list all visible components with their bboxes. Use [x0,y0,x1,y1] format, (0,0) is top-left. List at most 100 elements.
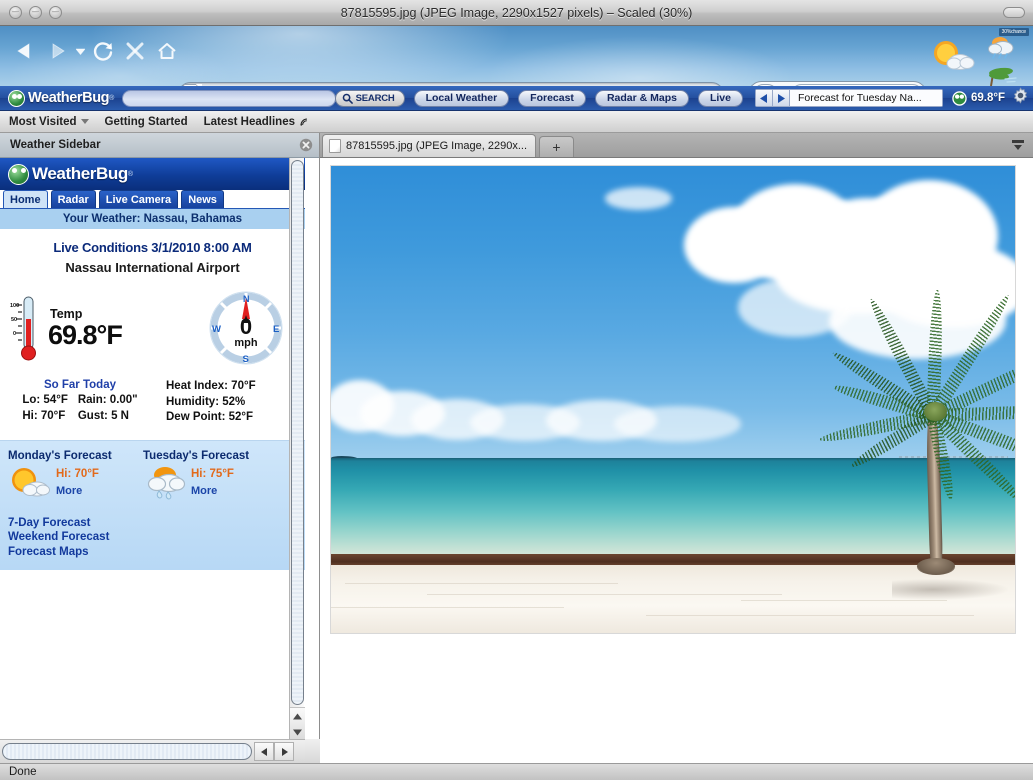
location-banner: Your Weather: Nassau, Bahamas [0,209,305,229]
weatherbug-search-input[interactable] [122,90,335,107]
browser-toolbar: http://weather.weatherbug.com/ b [0,26,1033,86]
rain-shower-icon [985,35,1027,65]
forecast-title: Monday's Forecast [8,450,143,462]
weather-sidebar: Weather Sidebar WeatherBug ® Home Radar … [0,133,320,763]
new-tab-button[interactable]: + [539,136,574,157]
so-far-today-heading: So Far Today [4,379,156,391]
bookmark-most-visited[interactable]: Most Visited [9,116,89,128]
stop-x-icon[interactable] [120,36,150,66]
triangle-left-icon[interactable] [756,90,773,106]
sidebar-vertical-scrollbar[interactable] [289,158,304,739]
weatherbug-brand-label: WeatherBug [28,90,109,106]
forecast-high: Hi: 70°F [56,468,99,480]
temperature-block: 100 50 0 Temp 69.8°F [10,291,207,365]
so-far-today-block: So Far Today Lo: 54°F Hi: 70°F Rain: 0.0… [4,379,156,426]
svg-text:W: W [212,324,221,335]
so-far-hi: Hi: 70°F [22,409,68,425]
triangle-left-icon[interactable] [254,742,274,761]
sidebar-panel-tabs: Home Radar Live Camera News [0,190,305,209]
bookmark-label: Latest Headlines [204,116,295,128]
forward-arrow-icon[interactable] [42,36,72,66]
radar-and-maps-button[interactable]: Radar & Maps [595,90,689,107]
forecast-card-tuesday: Tuesday's Forecast [143,450,278,502]
svg-text:0: 0 [240,314,252,339]
scrollbar-thumb[interactable] [2,743,252,760]
svg-text:0: 0 [13,331,16,337]
svg-text:E: E [273,324,279,335]
conditions-stats: So Far Today Lo: 54°F Hi: 70°F Rain: 0.0… [0,367,305,426]
svg-text:S: S [243,354,249,365]
weatherbug-bug-icon [952,91,967,106]
bookmark-label: Most Visited [9,116,77,128]
bookmark-latest-headlines[interactable]: Latest Headlines [204,116,309,128]
weatherbug-brand-label: WeatherBug [32,164,128,184]
window-title: 87815595.jpg (JPEG Image, 2290x1527 pixe… [0,6,1033,20]
weatherbug-logo[interactable]: WeatherBug ® [8,90,114,107]
zoom-icon[interactable] [49,6,62,19]
sidebar-tab-news[interactable]: News [181,190,224,208]
link-7-day-forecast[interactable]: 7-Day Forecast [8,516,305,531]
chevron-down-icon[interactable] [74,38,86,64]
palm-shadow [892,579,1008,600]
minimize-icon[interactable] [29,6,42,19]
forecast-more-link[interactable]: More [191,485,234,497]
sidebar-header: Weather Sidebar [0,133,319,158]
live-button[interactable]: Live [698,90,743,107]
chevron-down-icon [81,119,89,124]
gear-icon[interactable] [1012,87,1029,109]
scrollbar-arrows[interactable] [290,707,305,739]
sidebar-horizontal-scrollbar[interactable] [0,739,305,763]
triangle-right-icon[interactable] [274,742,294,761]
weatherbug-search-button[interactable]: SEARCH [335,90,405,107]
search-icon [342,93,353,104]
palm-trunk-base [917,558,955,574]
close-icon[interactable] [9,6,22,19]
back-arrow-icon[interactable] [10,36,40,66]
station-name: Nassau International Airport [0,260,305,275]
forecast-mini-icons[interactable] [985,28,1027,86]
sun-behind-cloud-icon[interactable] [927,38,981,79]
forecast-section: Monday's Forecast [0,440,305,570]
sidebar-tab-home[interactable]: Home [3,190,48,208]
forecast-card-monday: Monday's Forecast [8,450,143,502]
content-pane [320,158,1033,763]
triangle-right-icon[interactable] [773,90,790,106]
triangle-up-icon[interactable] [290,708,305,724]
sidebar-tab-radar[interactable]: Radar [51,190,96,208]
tab-list-icon[interactable] [1007,136,1029,154]
cloud-band-horizon [330,367,741,460]
forecast-more-link[interactable]: More [56,485,99,497]
sidebar-weatherbug-header: WeatherBug ® [0,158,305,190]
sidebar-tab-live-camera[interactable]: Live Camera [99,190,178,208]
forecast-title: Tuesday's Forecast [143,450,278,462]
forecast-button[interactable]: Forecast [518,90,586,107]
window-resize-control[interactable] [1003,7,1025,18]
weatherbug-bug-icon [8,90,25,107]
cloud-wisp [605,180,701,217]
home-icon[interactable] [152,36,182,66]
tab-image-viewer[interactable]: 87815595.jpg (JPEG Image, 2290x... [322,134,536,157]
conditions-details: Heat Index: 70°F Humidity: 52% Dew Point… [156,379,301,426]
beach-photo[interactable] [330,165,1016,634]
reload-icon[interactable] [88,36,118,66]
live-conditions-block: Live Conditions 3/1/2010 8:00 AM Nassau … [0,229,305,275]
bookmark-getting-started[interactable]: Getting Started [105,116,188,128]
link-weekend-forecast[interactable]: Weekend Forecast [8,530,305,545]
close-icon[interactable] [299,138,313,152]
status-bar: Done [0,763,1033,780]
thermometer-icon: 100 50 0 [10,291,44,365]
svg-text:50: 50 [11,317,17,323]
local-weather-button[interactable]: Local Weather [414,90,510,107]
browser-window: 87815595.jpg (JPEG Image, 2290x1527 pixe… [0,0,1033,780]
window-controls[interactable] [9,6,62,19]
weatherbug-temp-readout[interactable]: 69.8°F [952,91,1005,106]
weatherbug-chrome-widget[interactable]: 30%chance [921,28,1029,86]
humidity: Humidity: 52% [166,395,301,411]
temp-value: 69.8°F [48,322,122,349]
triangle-down-icon[interactable] [290,724,305,740]
weatherbug-ticker[interactable]: Forecast for Tuesday Na... [755,89,943,107]
scrollbar-thumb[interactable] [291,160,304,705]
link-forecast-maps[interactable]: Forecast Maps [8,545,305,560]
so-far-rain: Rain: 0.00" [78,393,138,409]
svg-text:100: 100 [10,303,19,309]
